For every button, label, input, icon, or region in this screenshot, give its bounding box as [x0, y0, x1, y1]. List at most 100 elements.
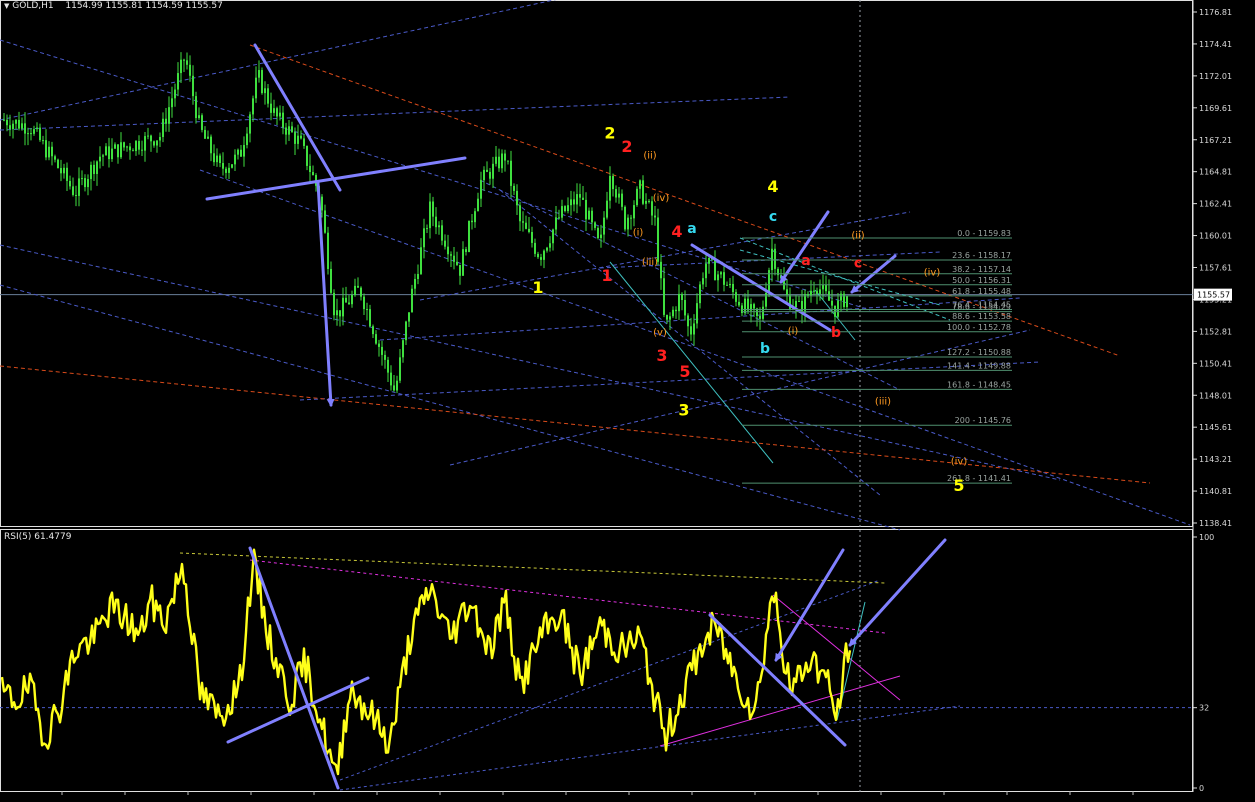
- candle-body: [453, 255, 455, 262]
- candle-body: [294, 131, 296, 144]
- candle-body: [249, 114, 251, 134]
- candle-body: [339, 310, 341, 317]
- candle-body: [459, 264, 461, 276]
- rsi-trend-line: [339, 705, 961, 791]
- wave-label: (iv): [924, 268, 941, 279]
- candle-body: [303, 138, 305, 146]
- candle-body: [654, 215, 656, 218]
- candle-body: [381, 346, 383, 355]
- candle-body: [552, 229, 554, 244]
- candle-body: [192, 75, 194, 97]
- candle-body: [831, 300, 833, 306]
- candle-body: [261, 70, 263, 94]
- candle-body: [534, 242, 536, 254]
- candle-body: [282, 112, 284, 128]
- candle-body: [225, 168, 227, 173]
- candle-body: [456, 261, 458, 265]
- candle-body: [633, 205, 635, 219]
- candle-body: [42, 140, 44, 142]
- dropdown-triangle-icon[interactable]: ▼: [4, 2, 9, 10]
- candle-body: [723, 272, 725, 285]
- candle-body: [312, 172, 314, 176]
- price-tick-label: 1138.41: [1199, 519, 1232, 528]
- candle-body: [63, 167, 65, 174]
- fib-level-label: 50.0 - 1156.31: [952, 276, 1011, 285]
- rsi-series: [0, 548, 852, 776]
- candle-body: [372, 326, 374, 335]
- candle-body: [588, 210, 590, 220]
- candle-body: [213, 153, 215, 163]
- candle-body: [351, 295, 353, 305]
- candle-body: [474, 211, 476, 223]
- candle-body: [558, 217, 560, 219]
- candle-body: [498, 156, 500, 169]
- candle-body: [39, 127, 41, 141]
- candle-body: [483, 169, 485, 181]
- candle-body: [606, 200, 608, 218]
- chart-header: ▼ GOLD,H1 1154.99 1155.81 1154.59 1155.5…: [4, 1, 223, 11]
- candle-body: [18, 119, 20, 129]
- candle-body: [708, 257, 710, 264]
- candle-body: [720, 272, 722, 275]
- candle-body: [807, 293, 809, 296]
- price-tick-label: 1152.81: [1199, 327, 1232, 336]
- candle-body: [123, 142, 125, 148]
- channel-line: [0, 96, 791, 131]
- candle-body: [825, 284, 827, 292]
- candle-body: [525, 222, 527, 229]
- candle-body: [135, 141, 137, 152]
- wave-label: c: [769, 209, 777, 225]
- candle-body: [417, 273, 419, 280]
- candle-body: [603, 217, 605, 235]
- fib-level-label: 161.8 - 1148.45: [947, 380, 1011, 389]
- candle-body: [24, 123, 26, 134]
- candle-body: [228, 167, 230, 173]
- candle-body: [180, 59, 182, 74]
- candle-body: [198, 115, 200, 119]
- candle-body: [156, 140, 158, 146]
- candle-body: [375, 334, 377, 344]
- candle-body: [264, 88, 266, 94]
- candle-body: [111, 148, 113, 160]
- candle-body: [258, 70, 260, 78]
- candle-body: [33, 129, 35, 134]
- candle-body: [507, 160, 509, 162]
- candle-body: [744, 298, 746, 314]
- candle-body: [726, 284, 728, 286]
- candle-body: [12, 123, 14, 130]
- wave-label: a: [687, 221, 696, 237]
- candle-body: [567, 205, 569, 212]
- candle-body: [297, 135, 299, 144]
- candle-body: [21, 123, 23, 129]
- rsi-trend-line: [659, 675, 901, 747]
- candle-body: [132, 150, 134, 152]
- candle-body: [621, 193, 623, 207]
- candle-body: [393, 385, 395, 391]
- candle-body: [432, 201, 434, 217]
- candle-body: [480, 180, 482, 199]
- analysis-lines: [0, 0, 1191, 791]
- wave-label: (ii): [643, 151, 656, 162]
- candle-body: [276, 108, 278, 117]
- candle-body: [441, 225, 443, 241]
- candle-body: [465, 249, 467, 252]
- candle-body: [363, 296, 365, 310]
- candle-body: [90, 164, 92, 180]
- panel-frames: [0, 0, 1193, 795]
- candle-body: [705, 263, 707, 279]
- candle-body: [675, 309, 677, 312]
- candle-body: [84, 178, 86, 188]
- rsi-trend-line: [339, 579, 881, 781]
- candle-body: [273, 108, 275, 113]
- candle-body: [87, 179, 89, 188]
- candle-body: [48, 146, 50, 158]
- candle-body: [207, 136, 209, 139]
- candle-body: [411, 288, 413, 313]
- candle-body: [576, 194, 578, 205]
- candle-body: [693, 323, 695, 335]
- candle-series: [3, 52, 848, 394]
- candle-body: [240, 149, 242, 157]
- candle-body: [537, 253, 539, 258]
- candle-body: [630, 217, 632, 219]
- candle-body: [690, 326, 692, 335]
